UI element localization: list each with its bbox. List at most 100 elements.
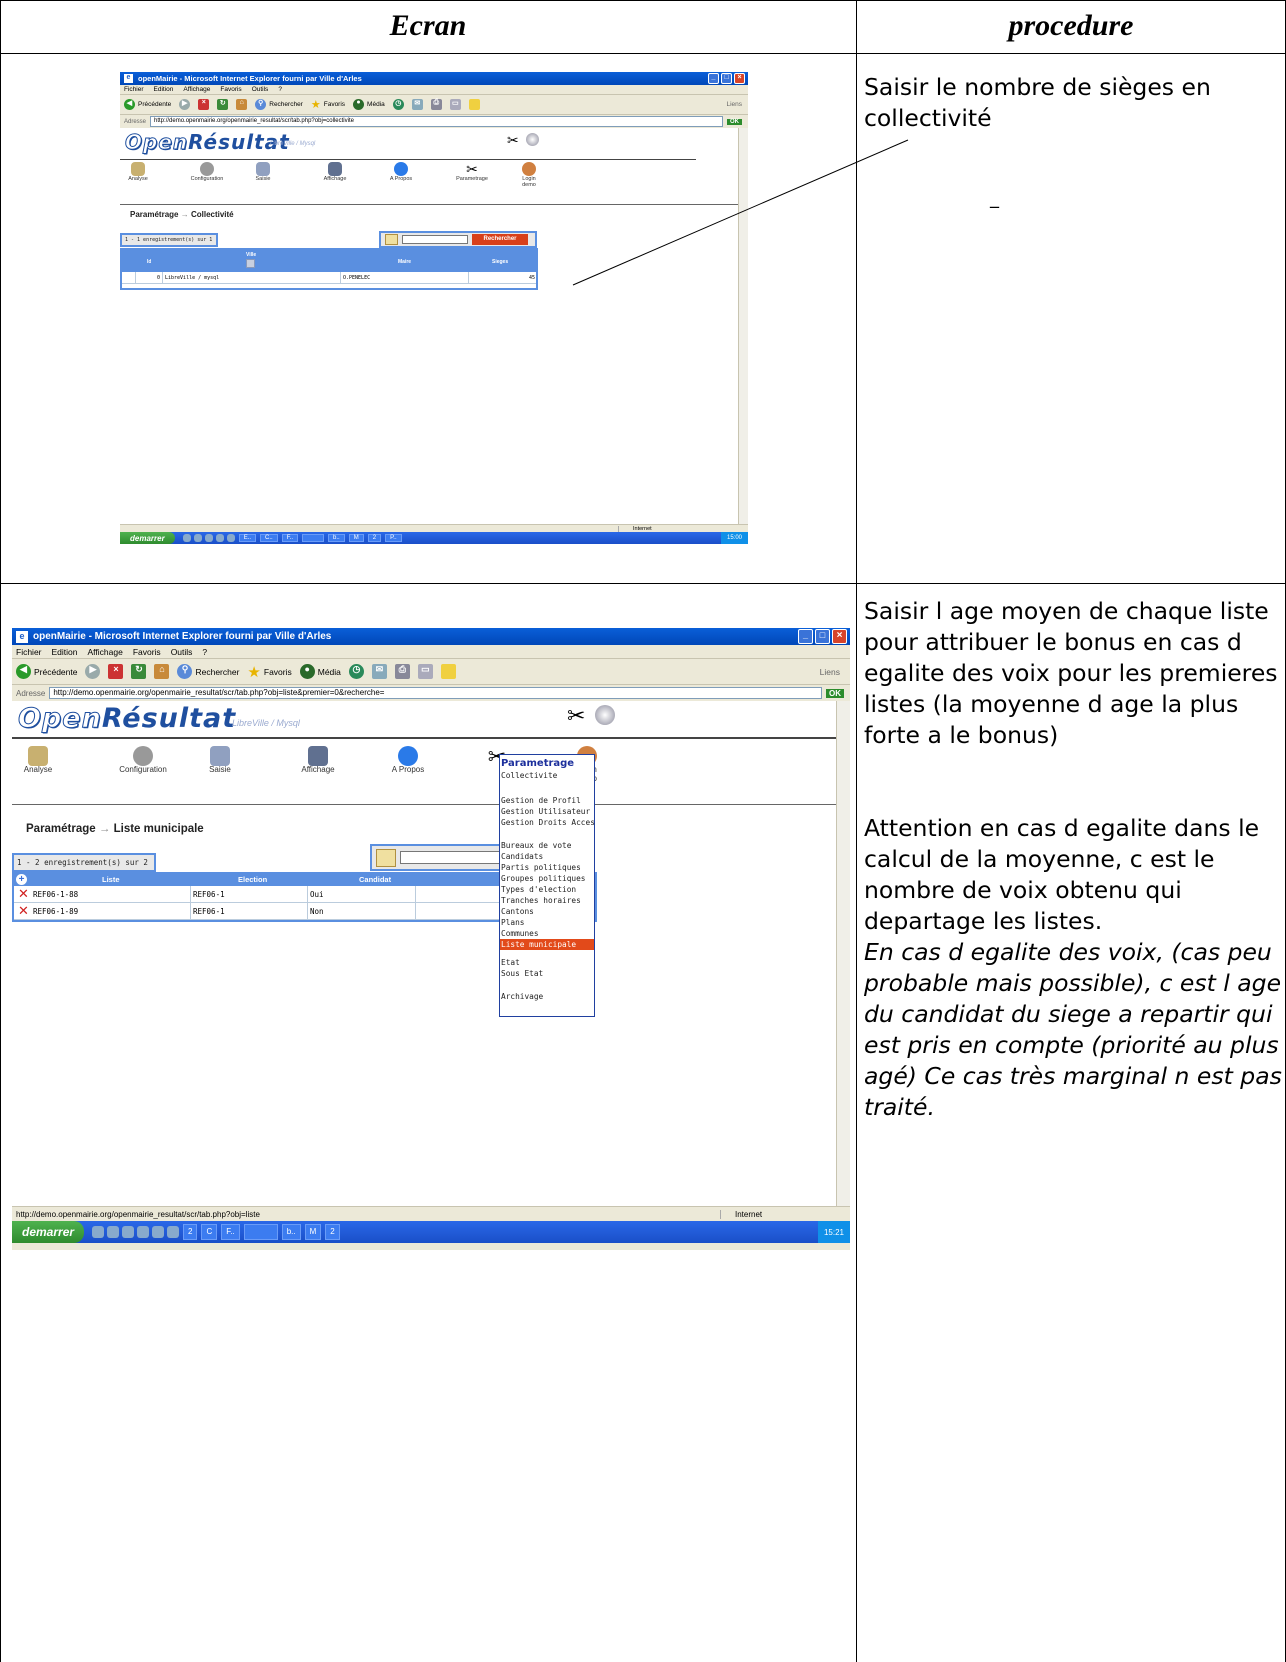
search-icon [376,848,396,867]
forward-icon[interactable]: ▶ [85,664,101,679]
task-button[interactable]: F.. [221,1224,240,1240]
globe-icon[interactable] [595,705,615,725]
task-button[interactable]: b.. [281,1224,301,1240]
ie-icon: e [16,630,28,643]
menu-item-etat[interactable]: Etat [500,957,594,968]
menu-item-gestion-droits[interactable]: Gestion Droits Acces [500,817,595,828]
menu-item-groupes[interactable]: Groupes politiques [500,873,594,884]
window-title: openMairie - Microsoft Internet Explorer… [33,631,332,642]
minimize-button[interactable]: _ [798,629,813,644]
procedure-paragraph-2: Attention en cas d egalite dans le calcu… [864,814,1260,935]
menu-edition[interactable]: Edition [52,647,78,657]
menu-item-gestion-utilisateur[interactable]: Gestion Utilisateur [500,806,594,817]
ql-icon[interactable] [107,1226,120,1238]
nav-analyse[interactable]: Analyse [20,746,56,775]
menu-favoris[interactable]: Favoris [133,647,161,657]
screenshot-liste-municipale: e openMairie - Microsoft Internet Explor… [12,628,850,1250]
search-icon: ⚲ [177,664,193,679]
print-icon[interactable]: ⎙ [394,664,410,679]
ql-icon[interactable] [122,1226,135,1238]
status-url: http://demo.openmairie.org/openmairie_re… [16,1209,260,1219]
table-border-row1 [0,583,1286,584]
maximize-button[interactable]: □ [815,629,830,644]
nav-affichage[interactable]: Affichage [294,746,342,775]
stop-icon[interactable]: × [108,664,124,679]
mail-icon[interactable]: ✉ [371,664,387,679]
notes-icon[interactable] [440,664,456,679]
saisie-icon [210,746,230,766]
menu-item-gestion-profil[interactable]: Gestion de Profil [500,795,594,806]
close-button[interactable]: × [832,629,847,644]
start-button[interactable]: demarrer [12,1221,85,1243]
menu-item-types[interactable]: Types d'election [500,884,594,895]
status-bar: http://demo.openmairie.org/openmairie_re… [12,1206,850,1221]
quick-launch [92,1226,180,1238]
search-button[interactable]: ⚲ Rechercher [177,664,239,679]
menu-affichage[interactable]: Affichage [88,647,123,657]
refresh-icon[interactable]: ↻ [131,664,147,679]
cell-election: REF06-1 [191,886,308,902]
menu-item-bureaux[interactable]: Bureaux de vote [500,840,594,851]
menu-item-partis[interactable]: Partis politiques [500,862,594,873]
col-candidat[interactable]: Candidat [359,875,391,884]
favorites-button[interactable]: ★ Favoris [247,663,291,681]
monitor-icon [308,746,328,766]
menu-help[interactable]: ? [202,647,207,657]
address-input[interactable]: http://demo.openmairie.org/openmairie_re… [49,686,822,700]
task-button[interactable] [243,1224,278,1240]
tools-icon[interactable]: ✂ [567,703,585,729]
nav-divider [12,804,836,805]
col-liste[interactable]: Liste [102,875,120,884]
menu-item-sous-etat[interactable]: Sous Etat [500,968,594,979]
nav-configuration[interactable]: Configuration [108,746,178,775]
nav-saisie[interactable]: Saisie [202,746,238,775]
ql-icon[interactable] [92,1226,105,1238]
analyse-icon [28,746,48,766]
links-label[interactable]: Liens [820,667,840,677]
task-button[interactable]: C [201,1224,218,1240]
vertical-scrollbar[interactable] [836,701,850,1206]
edit-icon[interactable]: ▭ [417,664,433,679]
menu-item-candidats[interactable]: Candidats [500,851,594,862]
back-button[interactable]: ◀ Précédente [16,664,77,679]
ql-icon[interactable] [137,1226,150,1238]
delete-icon[interactable]: ✕ [14,903,31,919]
menu-item-plans[interactable]: Plans [500,917,594,928]
menu-item-cantons[interactable]: Cantons [500,906,594,917]
go-button[interactable]: OK [826,688,844,698]
delete-icon[interactable]: ✕ [14,886,31,902]
task-button[interactable]: 2 [183,1224,198,1240]
cell-liste[interactable]: REF06-1-88 [31,886,191,902]
task-button[interactable]: M [304,1224,322,1240]
back-arrow-icon: ◀ [16,664,31,679]
history-icon[interactable]: ◷ [348,664,364,679]
cell-liste[interactable]: REF06-1-89 [31,903,191,919]
procedure-paragraph-1: Saisir l age moyen de chaque liste pour … [864,597,1278,749]
menu-item-archivage[interactable]: Archivage [500,991,594,1002]
menu-outils[interactable]: Outils [171,647,193,657]
page-content: OpenRésultat LibreVille / Mysql ✂ Analys… [12,701,836,1206]
task-button[interactable]: 2 [325,1224,340,1240]
home-icon[interactable]: ⌂ [154,664,170,679]
nav-apropos[interactable]: A Propos [386,746,430,775]
record-count: 1 - 2 enregistrement(s) sur 2 [12,853,156,872]
media-button[interactable]: ● Média [299,664,341,679]
clock: 15:21 [823,1227,844,1237]
menu-item-communes[interactable]: Communes [500,928,594,939]
menu-fichier[interactable]: Fichier [16,647,42,657]
menu-item-tranches[interactable]: Tranches horaires [500,895,594,906]
window-titlebar: e openMairie - Microsoft Internet Explor… [12,628,850,645]
menu-item-liste-municipale[interactable]: Liste municipale [500,938,594,950]
col-election[interactable]: Election [238,875,267,884]
procedure-paragraph-3: En cas d egalite des voix, (cas peu prob… [864,938,1282,1121]
procedure-text-2: Saisir l age moyen de chaque liste pour … [864,596,1282,1123]
menu-item-collectivite[interactable]: Collectivite [500,770,594,781]
app-logo: OpenRésultat [18,703,237,735]
add-icon[interactable]: + [16,874,27,885]
ql-icon[interactable] [167,1226,180,1238]
ql-icon[interactable] [152,1226,165,1238]
cell-candidat: Non [308,903,416,919]
star-icon: ★ [247,663,261,681]
header-divider [12,737,836,739]
app-subtitle: LibreVille / Mysql [232,718,300,728]
